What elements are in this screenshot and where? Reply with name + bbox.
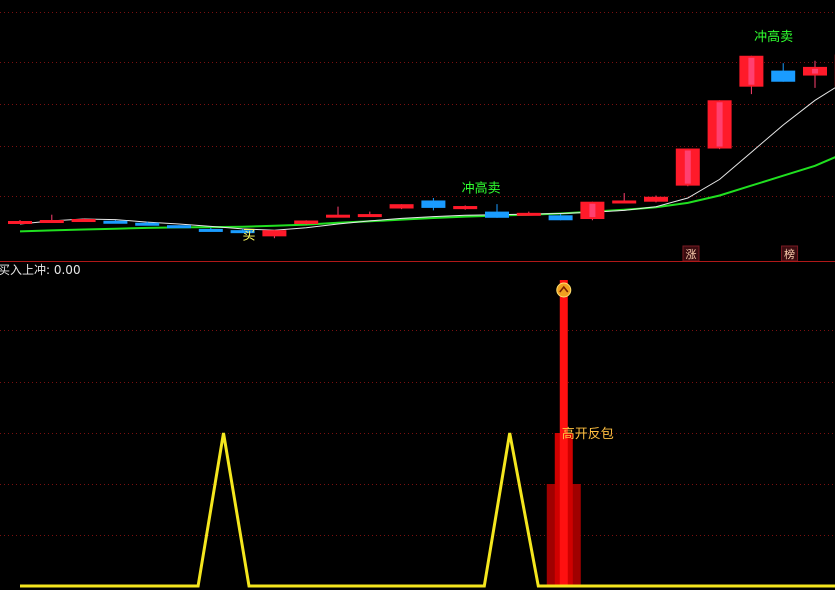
candle-highlight-25: [812, 68, 818, 74]
stock-chart: 冲高卖冲高卖买涨榜 买入上冲: 0.00 高开反包: [0, 0, 835, 590]
candle-highlight-21: [684, 150, 691, 184]
candle-highlight-18: [589, 203, 596, 218]
candle-body-5: [167, 225, 191, 229]
signal-label-buy-2: 买: [242, 228, 255, 243]
candle-body-20: [644, 196, 668, 202]
candle-body-11: [357, 214, 382, 218]
marker-label-0: 涨: [685, 248, 696, 261]
candle-body-15: [485, 211, 509, 218]
candle-body-6: [198, 228, 223, 232]
candle-body-17: [548, 215, 573, 221]
candle-body-3: [103, 220, 128, 224]
indicator-title: 买入上冲: 0.00: [0, 262, 81, 277]
candle-body-1: [39, 220, 64, 224]
candle-body-0: [8, 221, 32, 225]
signal-label-0: 高开反包: [562, 426, 614, 442]
candle-body-8: [262, 230, 287, 237]
candle-body-24: [771, 70, 796, 82]
signal-marker-0: [556, 282, 572, 298]
candle-body-19: [612, 200, 637, 204]
candle-highlight-22: [716, 102, 723, 147]
candle-body-13: [421, 200, 446, 208]
candle-body-14: [453, 206, 478, 210]
candle-highlight-23: [748, 57, 755, 85]
marker-label-1: 榜: [784, 247, 795, 261]
candle-body-2: [71, 219, 96, 223]
candle-body-12: [389, 204, 414, 209]
candle-body-4: [135, 222, 160, 226]
chart-background: [0, 0, 835, 590]
signal-label-sell-1: 冲高卖: [754, 29, 793, 45]
candle-body-10: [326, 214, 350, 218]
candle-body-16: [516, 212, 541, 216]
candle-body-9: [294, 220, 319, 224]
signal-label-sell-0: 冲高卖: [462, 180, 501, 196]
